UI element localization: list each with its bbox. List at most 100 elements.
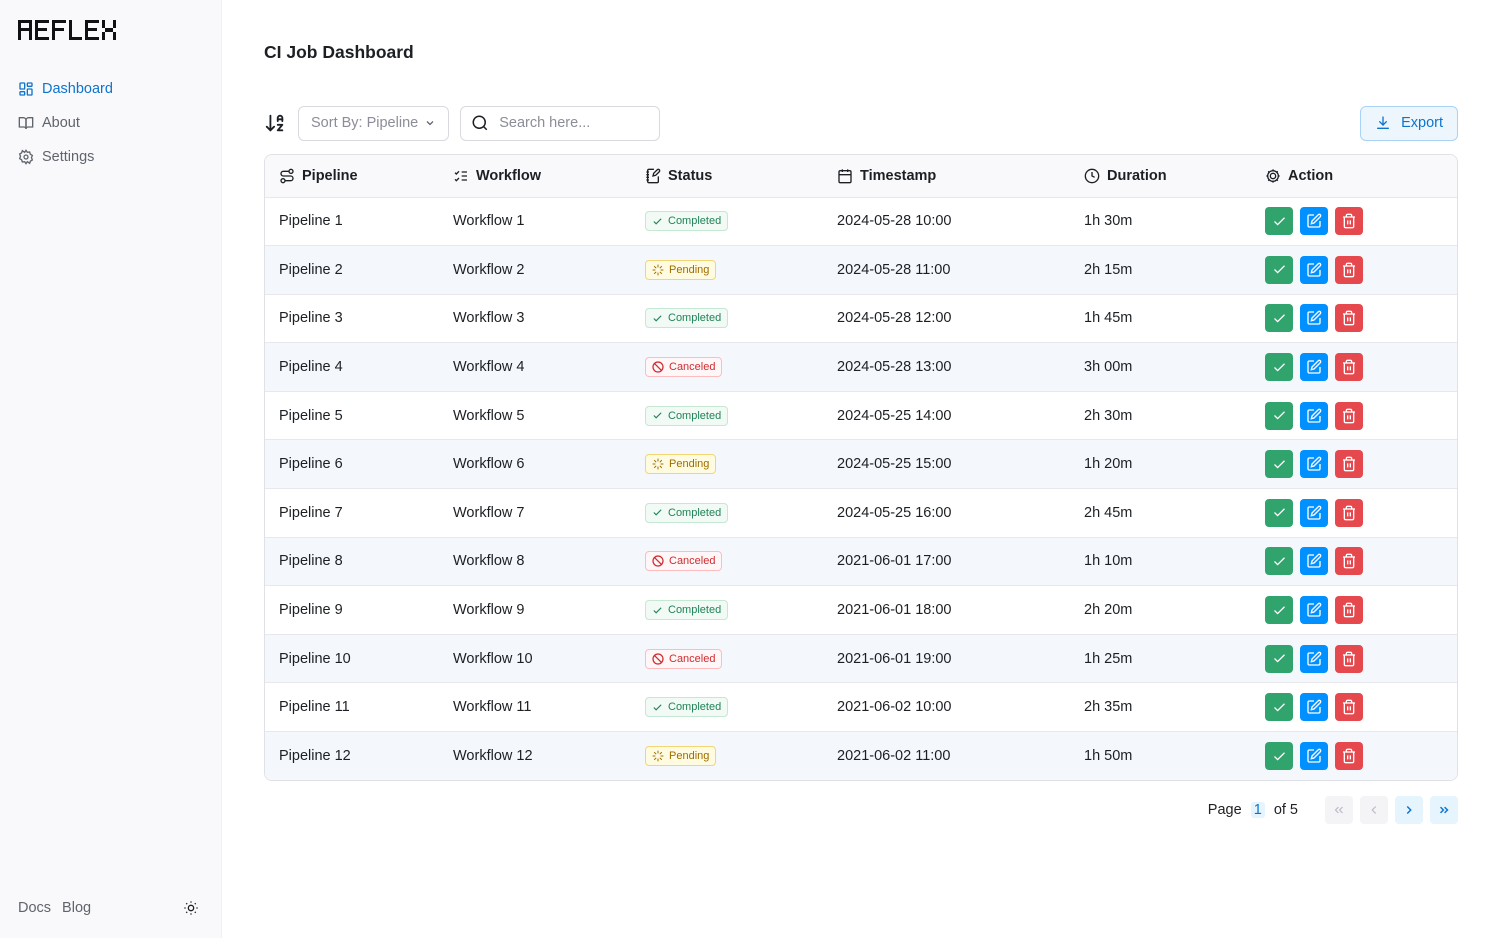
table-row: Pipeline 6 Workflow 6 Pending 2024-05-25 15… [265, 439, 1457, 489]
approve-button[interactable] [1265, 353, 1293, 382]
edit-button[interactable] [1300, 596, 1328, 625]
sort-by-label: Sort By: Pipeline [311, 115, 419, 131]
approve-button[interactable] [1265, 401, 1293, 430]
approve-button[interactable] [1265, 498, 1293, 527]
delete-button[interactable] [1335, 742, 1363, 771]
column-header-workflow[interactable]: Workflow [439, 155, 631, 197]
loader-icon [652, 458, 664, 470]
check-icon [653, 509, 662, 516]
approve-button[interactable] [1265, 255, 1293, 284]
delete-button[interactable] [1335, 353, 1363, 382]
clock-icon [1084, 168, 1100, 184]
check-icon [653, 218, 662, 225]
search-input[interactable] [499, 115, 650, 131]
delete-button[interactable] [1335, 304, 1363, 333]
approve-button[interactable] [1265, 693, 1293, 722]
check-icon [653, 412, 662, 419]
edit-button[interactable] [1300, 742, 1328, 771]
sidebar-item-label: Settings [42, 149, 95, 165]
current-page[interactable]: 1 [1250, 802, 1265, 819]
check-icon [1273, 314, 1285, 323]
table-row: Pipeline 8 Workflow 8 Canceled 2021-06-01 1… [265, 537, 1457, 586]
column-header-pipeline[interactable]: Pipeline [265, 155, 439, 197]
edit-button[interactable] [1300, 498, 1328, 527]
blog-link[interactable]: Blog [62, 900, 91, 916]
status-cell: Completed [631, 683, 823, 732]
check-icon [653, 606, 662, 614]
pipeline-cell: Pipeline 11 [279, 699, 350, 716]
timestamp-cell: 2021-06-02 11:00 [837, 748, 951, 765]
last-page-button[interactable] [1430, 796, 1458, 825]
edit-button[interactable] [1300, 450, 1328, 479]
approve-button[interactable] [1265, 596, 1293, 625]
status-label: Pending [669, 458, 710, 471]
column-header-timestamp[interactable]: Timestamp [823, 155, 1070, 197]
duration-cell: 1h 45m [1084, 310, 1133, 327]
status-badge: Pending [645, 259, 717, 280]
status-cell: Pending [631, 246, 823, 295]
action-cell [1251, 343, 1457, 392]
delete-button[interactable] [1335, 498, 1363, 527]
status-badge: Canceled [645, 357, 723, 378]
workflow-cell: Workflow 3 [453, 310, 525, 327]
first-page-button[interactable] [1325, 796, 1353, 825]
timestamp-cell: 2024-05-25 14:00 [837, 407, 952, 424]
edit-button[interactable] [1300, 547, 1328, 576]
status-label: Completed [668, 506, 722, 519]
column-label: Duration [1107, 167, 1167, 184]
square-pen-icon [1307, 213, 1322, 228]
duration-cell: 3h 00m [1084, 359, 1133, 376]
edit-button[interactable] [1300, 693, 1328, 722]
delete-button[interactable] [1335, 693, 1363, 722]
delete-button[interactable] [1335, 644, 1363, 673]
status-label: Canceled [669, 361, 716, 374]
approve-button[interactable] [1265, 450, 1293, 479]
column-header-duration[interactable]: Duration [1070, 155, 1251, 197]
download-icon [1377, 116, 1390, 129]
status-badge: Canceled [645, 648, 723, 669]
docs-link[interactable]: Docs [18, 900, 51, 916]
trash-icon [1343, 456, 1355, 472]
export-button[interactable]: Export [1360, 105, 1458, 141]
approve-button[interactable] [1265, 547, 1293, 576]
delete-button[interactable] [1335, 596, 1363, 625]
edit-button[interactable] [1300, 255, 1328, 284]
edit-button[interactable] [1300, 304, 1328, 333]
approve-button[interactable] [1265, 644, 1293, 673]
theme-toggle-button[interactable] [183, 900, 199, 916]
delete-button[interactable] [1335, 450, 1363, 479]
sidebar-item-about[interactable]: About [18, 106, 203, 140]
approve-button[interactable] [1265, 304, 1293, 333]
previous-page-button[interactable] [1360, 796, 1388, 825]
delete-button[interactable] [1335, 207, 1363, 236]
edit-button[interactable] [1300, 207, 1328, 236]
action-cell [1251, 440, 1457, 489]
edit-button[interactable] [1300, 401, 1328, 430]
sidebar-item-dashboard[interactable]: Dashboard [18, 72, 203, 106]
arrow-down-a-z-icon [265, 114, 284, 132]
reflex-logo[interactable] [18, 18, 203, 42]
approve-button[interactable] [1265, 742, 1293, 771]
trash-icon [1343, 602, 1355, 618]
edit-button[interactable] [1300, 353, 1328, 382]
main-content: CI Job Dashboard Sort By: Pipeline Expor… [222, 0, 1500, 938]
timestamp-cell: 2021-06-01 17:00 [837, 553, 952, 570]
sort-direction-button[interactable] [264, 112, 286, 134]
status-badge: Pending [645, 454, 717, 475]
action-cell [1251, 197, 1457, 246]
column-header-status[interactable]: Status [631, 155, 823, 197]
toolbar: Sort By: Pipeline Export [264, 105, 1458, 141]
sidebar-item-label: Dashboard [42, 81, 113, 97]
action-cell [1251, 294, 1457, 343]
next-page-button[interactable] [1395, 796, 1423, 825]
table-row: Pipeline 3 Workflow 3 Completed 2024-05-28 … [265, 294, 1457, 343]
sort-by-select[interactable]: Sort By: Pipeline [298, 105, 450, 141]
delete-button[interactable] [1335, 255, 1363, 284]
approve-button[interactable] [1265, 207, 1293, 236]
sidebar-item-settings[interactable]: Settings [18, 140, 203, 174]
delete-button[interactable] [1335, 401, 1363, 430]
edit-button[interactable] [1300, 644, 1328, 673]
square-pen-icon [1307, 359, 1322, 374]
workflow-cell: Workflow 2 [453, 261, 525, 278]
delete-button[interactable] [1335, 547, 1363, 576]
